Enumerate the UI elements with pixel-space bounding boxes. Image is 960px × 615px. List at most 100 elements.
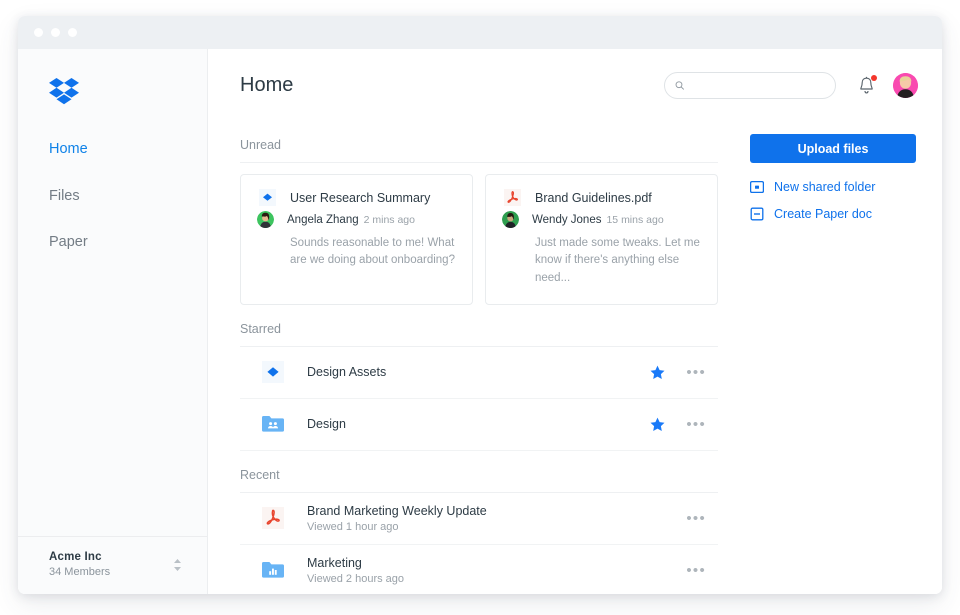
row-subtitle: Viewed 2 hours ago [307,573,686,585]
sidebar-item-label: Home [49,141,88,157]
pdf-icon [260,507,286,529]
page-title: Home [240,74,664,97]
window-body: Home Files Paper Acme Inc 34 Members [18,49,942,594]
unread-card-title-row: User Research Summary [257,189,456,206]
unread-card-snippet: Just made some tweaks. Let me know if th… [502,235,701,287]
sidebar-item-files[interactable]: Files [49,180,207,213]
unread-card-author: Angela Zhang [287,214,359,226]
sidebar-spacer [18,273,207,537]
create-paper-doc-icon [750,207,765,221]
more-options-icon[interactable]: ••• [686,511,706,526]
unread-card-meta: Wendy Jones 15 mins ago [502,211,701,228]
unread-card[interactable]: User Research Summary [240,174,473,305]
row-text: Brand Marketing Weekly Update Viewed 1 h… [307,504,686,533]
account-members: 34 Members [49,566,171,578]
create-paper-doc-button[interactable]: Create Paper doc [750,207,918,221]
action-label: Create Paper doc [774,207,872,221]
maximize-dot[interactable] [68,28,77,37]
author-avatar [257,211,274,228]
unread-card-meta: Angela Zhang 2 mins ago [257,211,456,228]
account-info: Acme Inc 34 Members [49,551,171,578]
star-icon [650,417,665,432]
paper-doc-glyph [259,189,276,206]
author-avatar-image [502,211,519,228]
new-shared-folder-icon [750,180,765,194]
up-down-chevron-icon [171,558,183,572]
section-header-recent: Recent [240,451,718,493]
more-options-icon[interactable]: ••• [686,417,706,432]
create-paper-doc-glyph [750,207,764,221]
more-options-icon[interactable]: ••• [686,365,706,380]
action-panel: Upload files New shared folder [718,121,918,594]
author-avatar-image [257,211,274,228]
table-row[interactable]: Brand Marketing Weekly Update Viewed 1 h… [240,493,718,545]
author-avatar [502,211,519,228]
shared-folder-icon [260,559,286,581]
pdf-icon [502,189,522,206]
table-row[interactable]: Design ••• [240,399,718,451]
table-row[interactable]: Marketing Viewed 2 hours ago ••• [240,545,718,594]
unread-card-list: User Research Summary [240,163,718,305]
main-area: Home [208,49,942,594]
row-subtitle: Viewed 1 hour ago [307,521,686,533]
unread-card-snippet: Sounds reasonable to me! What are we doi… [257,235,456,270]
avatar-image [893,73,918,98]
shared-folder-glyph [261,413,285,435]
search-input[interactable] [691,78,825,92]
minimize-dot[interactable] [51,28,60,37]
sidebar: Home Files Paper Acme Inc 34 Members [18,49,208,594]
unread-card-author: Wendy Jones [532,214,601,226]
pdf-glyph [504,189,521,206]
paper-doc-icon [260,361,286,383]
star-toggle[interactable] [650,365,665,380]
content-area: Unread User Research Summary [208,121,942,594]
table-row[interactable]: Design Assets ••• [240,347,718,399]
upload-files-button[interactable]: Upload files [750,134,916,163]
more-options-icon[interactable]: ••• [686,563,706,578]
unread-card-timestamp: 2 mins ago [364,214,415,226]
chevron-updown-glyph [173,558,182,572]
row-text: Marketing Viewed 2 hours ago [307,556,686,585]
dropbox-logo[interactable] [18,49,207,133]
row-title: Design [307,417,650,431]
row-text: Design [307,417,650,431]
unread-card-title-row: Brand Guidelines.pdf [502,189,701,206]
close-dot[interactable] [34,28,43,37]
notifications-button[interactable] [858,76,875,95]
section-header-unread: Unread [240,121,718,163]
dropbox-logo-icon [49,78,79,106]
search-box[interactable] [664,72,836,99]
unread-card-timestamp: 15 mins ago [606,214,663,226]
star-icon [650,365,665,380]
sidebar-item-label: Files [49,188,80,204]
sidebar-item-label: Paper [49,234,88,250]
unread-card-title: User Research Summary [290,191,430,205]
unread-card[interactable]: Brand Guidelines.pdf [485,174,718,305]
shared-folder-glyph [261,559,285,581]
row-text: Design Assets [307,365,650,379]
avatar[interactable] [893,73,918,98]
sidebar-item-home[interactable]: Home [49,133,207,166]
search-icon [675,80,685,91]
new-shared-folder-glyph [750,180,764,194]
star-toggle[interactable] [650,417,665,432]
section-header-starred: Starred [240,305,718,347]
action-label: New shared folder [774,180,875,194]
pdf-glyph [262,507,284,529]
paper-doc-glyph [262,361,284,383]
sidebar-item-paper[interactable]: Paper [49,226,207,259]
row-title: Brand Marketing Weekly Update [307,504,686,518]
window-titlebar [18,16,942,49]
account-name: Acme Inc [49,551,171,563]
notification-badge [871,75,877,81]
top-bar: Home [208,49,942,121]
shared-folder-icon [260,413,286,435]
content-main-column: Unread User Research Summary [240,121,718,594]
account-switcher[interactable]: Acme Inc 34 Members [18,536,207,594]
paper-doc-icon [257,189,277,206]
row-title: Design Assets [307,365,650,379]
unread-card-title: Brand Guidelines.pdf [535,191,652,205]
row-title: Marketing [307,556,686,570]
new-shared-folder-button[interactable]: New shared folder [750,180,918,194]
sidebar-nav: Home Files Paper [18,133,207,273]
